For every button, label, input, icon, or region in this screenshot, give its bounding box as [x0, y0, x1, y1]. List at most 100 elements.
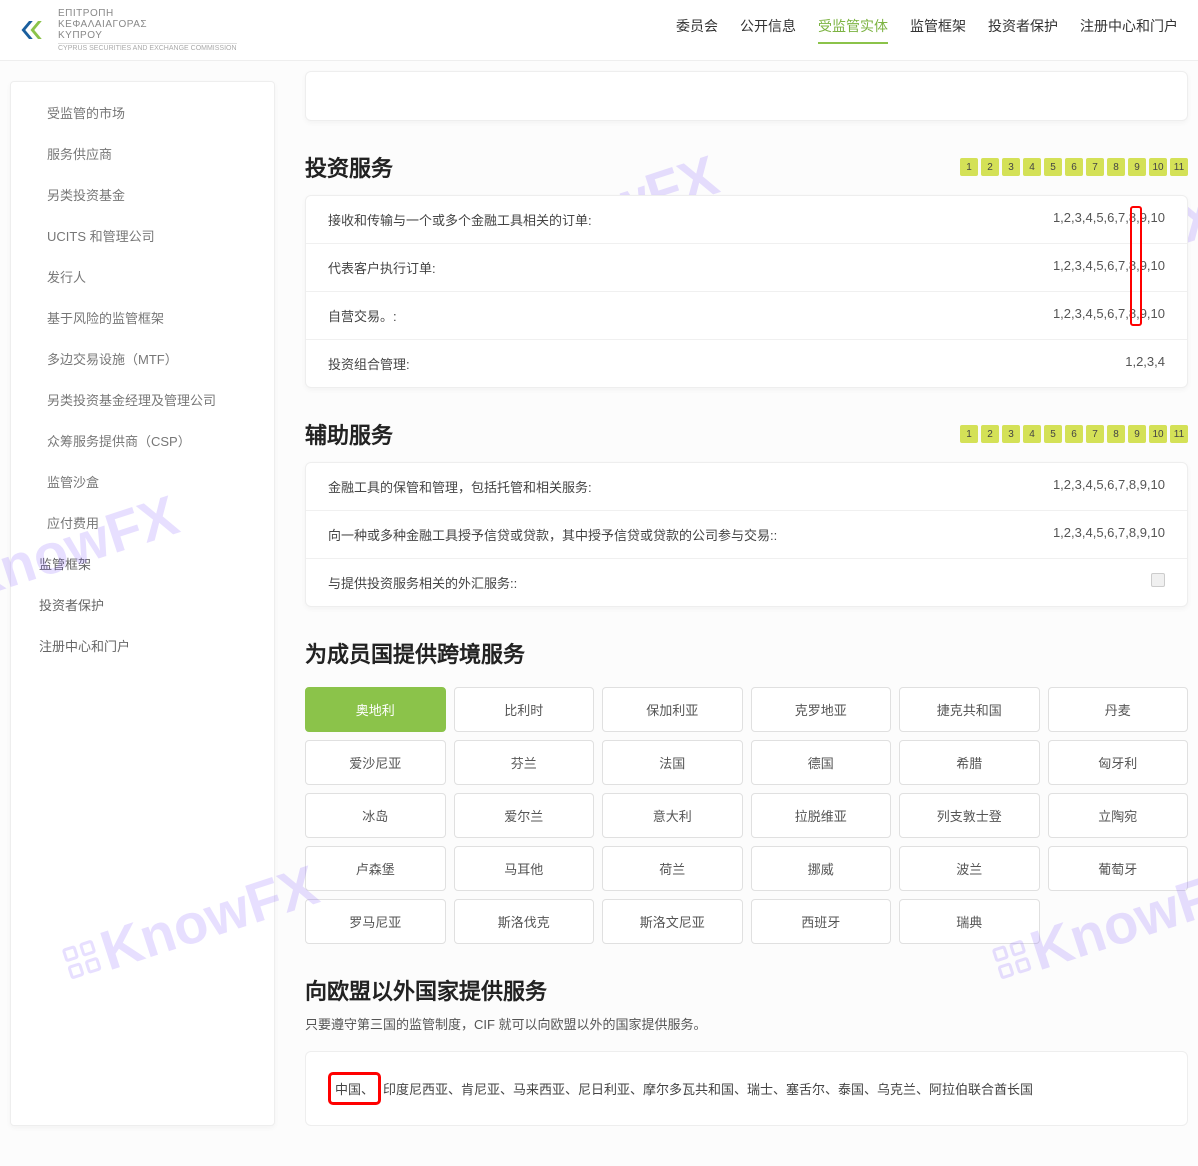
- country-button[interactable]: 瑞典: [899, 899, 1040, 944]
- sidebar-item[interactable]: 投资者保护: [11, 584, 274, 625]
- sidebar-item[interactable]: 注册中心和门户: [11, 625, 274, 666]
- country-button[interactable]: 西班牙: [751, 899, 892, 944]
- highlight-box-china: 中国、: [328, 1072, 381, 1105]
- checkbox-icon: [1151, 573, 1165, 587]
- number-badge: 1: [960, 158, 978, 176]
- invest-services-card: 接收和传输与一个或多个金融工具相关的订单:1,2,3,4,5,6,7,8,9,1…: [305, 195, 1188, 388]
- sidebar-item[interactable]: 受监管的市场: [11, 92, 274, 133]
- highlight-box-column: [1130, 206, 1142, 326]
- country-button[interactable]: 拉脱维亚: [751, 793, 892, 838]
- country-button[interactable]: 葡萄牙: [1048, 846, 1189, 891]
- service-label: 与提供投资服务相关的外汇服务::: [328, 573, 1151, 592]
- country-button[interactable]: 克罗地亚: [751, 687, 892, 732]
- service-value: 1,2,3,4,5,6,7,8,9,10: [1053, 258, 1165, 277]
- country-button[interactable]: 卢森堡: [305, 846, 446, 891]
- logo-icon: [20, 15, 50, 45]
- service-label: 自营交易。:: [328, 306, 1053, 325]
- number-badge: 8: [1107, 425, 1125, 443]
- country-button[interactable]: 列支敦士登: [899, 793, 1040, 838]
- outside-eu-title: 向欧盟以外国家提供服务: [305, 974, 1188, 1006]
- number-badge: 4: [1023, 158, 1041, 176]
- sidebar-item[interactable]: 监管沙盒: [11, 461, 274, 502]
- number-badge: 7: [1086, 425, 1104, 443]
- sidebar-item[interactable]: 众筹服务提供商（CSP）: [11, 420, 274, 461]
- aux-services-header: 辅助服务 1234567891011: [305, 418, 1188, 450]
- outside-eu-note: 只要遵守第三国的监管制度，CIF 就可以向欧盟以外的国家提供服务。: [305, 1014, 1188, 1033]
- other-countries-text: 印度尼西亚、肯尼亚、马来西亚、尼日利亚、摩尔多瓦共和国、瑞士、塞舌尔、泰国、乌克…: [383, 1082, 1033, 1097]
- sidebar-item[interactable]: 多边交易设施（MTF）: [11, 338, 274, 379]
- country-china: 中国、: [335, 1082, 374, 1097]
- nav-item[interactable]: 委员会: [676, 16, 718, 44]
- country-button[interactable]: 法国: [602, 740, 743, 785]
- number-badge: 5: [1044, 425, 1062, 443]
- country-button[interactable]: 丹麦: [1048, 687, 1189, 732]
- sidebar-item[interactable]: 另类投资基金经理及管理公司: [11, 379, 274, 420]
- logo[interactable]: ΕΠΙΤΡΟΠΗ ΚΕΦΑΛΑΙΑΓΟΡΑΣ ΚΥΠΡΟΥ CYPRUS SEC…: [20, 8, 237, 52]
- logo-text-1: ΕΠΙΤΡΟΠΗ: [58, 8, 237, 19]
- country-button[interactable]: 芬兰: [454, 740, 595, 785]
- crossborder-title: 为成员国提供跨境服务: [305, 637, 1188, 669]
- sidebar-item[interactable]: 监管框架: [11, 543, 274, 584]
- service-value: 1,2,3,4,5,6,7,8,9,10: [1053, 525, 1165, 544]
- logo-subtitle: CYPRUS SECURITIES AND EXCHANGE COMMISSIO…: [58, 43, 237, 52]
- number-badge: 11: [1170, 158, 1188, 176]
- country-button[interactable]: 荷兰: [602, 846, 743, 891]
- nav-item[interactable]: 监管框架: [910, 16, 966, 44]
- country-button[interactable]: 罗马尼亚: [305, 899, 446, 944]
- country-button[interactable]: 爱尔兰: [454, 793, 595, 838]
- main-content: 投资服务 1234567891011 接收和传输与一个或多个金融工具相关的订单:…: [305, 71, 1188, 1126]
- country-button[interactable]: 意大利: [602, 793, 743, 838]
- country-button[interactable]: 希腊: [899, 740, 1040, 785]
- number-badge: 8: [1107, 158, 1125, 176]
- country-grid: 奥地利比利时保加利亚克罗地亚捷克共和国丹麦爱沙尼亚芬兰法国德国希腊匈牙利冰岛爱尔…: [305, 687, 1188, 944]
- sidebar-item[interactable]: UCITS 和管理公司: [11, 215, 274, 256]
- country-button[interactable]: 奥地利: [305, 687, 446, 732]
- service-row: 自营交易。:1,2,3,4,5,6,7,8,9,10: [306, 292, 1187, 340]
- number-badge: 4: [1023, 425, 1041, 443]
- service-label: 代表客户执行订单:: [328, 258, 1053, 277]
- sidebar-item[interactable]: 应付费用: [11, 502, 274, 543]
- country-button[interactable]: 斯洛伐克: [454, 899, 595, 944]
- aux-number-badges: 1234567891011: [960, 425, 1188, 443]
- service-value: [1151, 573, 1165, 592]
- number-badge: 9: [1128, 158, 1146, 176]
- country-button[interactable]: 斯洛文尼亚: [602, 899, 743, 944]
- number-badge: 9: [1128, 425, 1146, 443]
- country-button[interactable]: 立陶宛: [1048, 793, 1189, 838]
- country-button[interactable]: 德国: [751, 740, 892, 785]
- country-button[interactable]: 匈牙利: [1048, 740, 1189, 785]
- logo-text-2: ΚΕΦΑΛΑΙΑΓΟΡΑΣ: [58, 19, 237, 30]
- nav-item[interactable]: 注册中心和门户: [1080, 16, 1178, 44]
- country-button[interactable]: 波兰: [899, 846, 1040, 891]
- sidebar-item[interactable]: 另类投资基金: [11, 174, 274, 215]
- service-value: 1,2,3,4,5,6,7,8,9,10: [1053, 306, 1165, 325]
- number-badge: 10: [1149, 158, 1167, 176]
- country-button[interactable]: 马耳他: [454, 846, 595, 891]
- country-button[interactable]: 比利时: [454, 687, 595, 732]
- service-value: 1,2,3,4: [1125, 354, 1165, 373]
- invest-services-title: 投资服务: [305, 151, 393, 183]
- number-badge: 2: [981, 425, 999, 443]
- nav-item[interactable]: 公开信息: [740, 16, 796, 44]
- sidebar-item[interactable]: 基于风险的监管框架: [11, 297, 274, 338]
- sidebar-item[interactable]: 发行人: [11, 256, 274, 297]
- country-button[interactable]: 冰岛: [305, 793, 446, 838]
- service-row: 向一种或多种金融工具授予信贷或贷款，其中授予信贷或贷款的公司参与交易::1,2,…: [306, 511, 1187, 559]
- country-button[interactable]: 挪威: [751, 846, 892, 891]
- country-button[interactable]: 捷克共和国: [899, 687, 1040, 732]
- country-button[interactable]: 保加利亚: [602, 687, 743, 732]
- number-badge: 3: [1002, 158, 1020, 176]
- service-label: 向一种或多种金融工具授予信贷或贷款，其中授予信贷或贷款的公司参与交易::: [328, 525, 1053, 544]
- aux-services-title: 辅助服务: [305, 418, 393, 450]
- invest-services-header: 投资服务 1234567891011: [305, 151, 1188, 183]
- sidebar-item[interactable]: 服务供应商: [11, 133, 274, 174]
- nav-item[interactable]: 投资者保护: [988, 16, 1058, 44]
- service-row: 投资组合管理:1,2,3,4: [306, 340, 1187, 387]
- top-nav: 委员会公开信息受监管实体监管框架投资者保护注册中心和门户: [676, 16, 1178, 44]
- nav-item[interactable]: 受监管实体: [818, 16, 888, 44]
- number-badge: 6: [1065, 158, 1083, 176]
- number-badge: 1: [960, 425, 978, 443]
- number-badge: 2: [981, 158, 999, 176]
- country-button[interactable]: 爱沙尼亚: [305, 740, 446, 785]
- service-value: 1,2,3,4,5,6,7,8,9,10: [1053, 210, 1165, 229]
